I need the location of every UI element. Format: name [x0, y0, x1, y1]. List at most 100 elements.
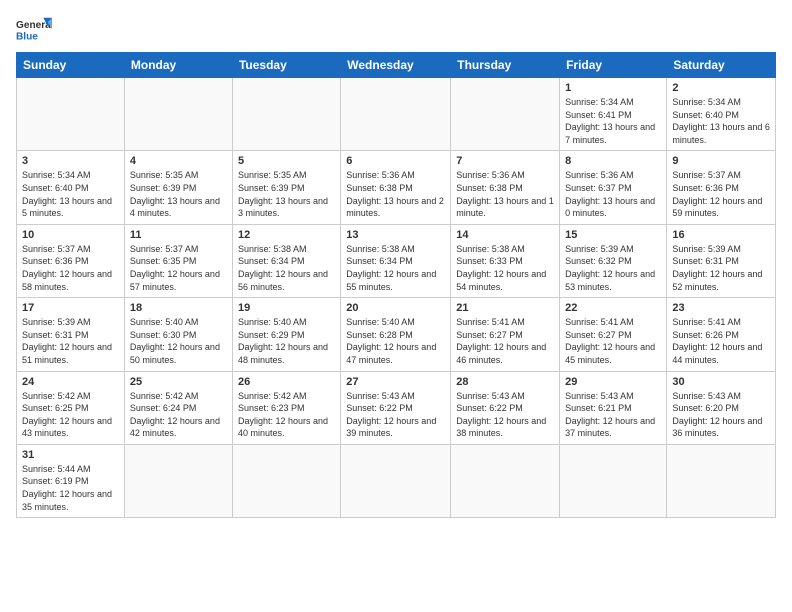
calendar-cell: [232, 78, 340, 151]
day-number: 28: [456, 376, 554, 388]
day-info: Sunrise: 5:36 AM Sunset: 6:38 PM Dayligh…: [346, 169, 445, 219]
day-number: 12: [238, 229, 335, 241]
calendar-cell: 8 Sunrise: 5:36 AM Sunset: 6:37 PM Daylig…: [560, 151, 667, 224]
calendar-header-row: SundayMondayTuesdayWednesdayThursdayFrid…: [17, 53, 776, 78]
column-header-tuesday: Tuesday: [232, 53, 340, 78]
day-number: 1: [565, 82, 661, 94]
day-number: 11: [130, 229, 227, 241]
day-info: Sunrise: 5:39 AM Sunset: 6:31 PM Dayligh…: [22, 316, 119, 366]
calendar-cell: 12 Sunrise: 5:38 AM Sunset: 6:34 PM Dayli…: [232, 224, 340, 297]
day-number: 15: [565, 229, 661, 241]
column-header-sunday: Sunday: [17, 53, 125, 78]
day-info: Sunrise: 5:34 AM Sunset: 6:40 PM Dayligh…: [672, 96, 770, 146]
calendar-cell: [341, 78, 451, 151]
day-info: Sunrise: 5:41 AM Sunset: 6:26 PM Dayligh…: [672, 316, 770, 366]
calendar-week-row: 1 Sunrise: 5:34 AM Sunset: 6:41 PM Daylig…: [17, 78, 776, 151]
day-info: Sunrise: 5:34 AM Sunset: 6:40 PM Dayligh…: [22, 169, 119, 219]
calendar-cell: 4 Sunrise: 5:35 AM Sunset: 6:39 PM Daylig…: [124, 151, 232, 224]
day-number: 27: [346, 376, 445, 388]
day-number: 2: [672, 82, 770, 94]
day-number: 31: [22, 449, 119, 461]
day-info: Sunrise: 5:41 AM Sunset: 6:27 PM Dayligh…: [565, 316, 661, 366]
calendar-cell: [124, 78, 232, 151]
calendar-cell: [341, 444, 451, 517]
calendar-cell: [124, 444, 232, 517]
page: General Blue SundayMondayTuesdayWednesda…: [0, 0, 792, 612]
day-info: Sunrise: 5:40 AM Sunset: 6:28 PM Dayligh…: [346, 316, 445, 366]
day-info: Sunrise: 5:39 AM Sunset: 6:32 PM Dayligh…: [565, 243, 661, 293]
day-info: Sunrise: 5:40 AM Sunset: 6:29 PM Dayligh…: [238, 316, 335, 366]
day-info: Sunrise: 5:39 AM Sunset: 6:31 PM Dayligh…: [672, 243, 770, 293]
day-number: 23: [672, 302, 770, 314]
calendar-cell: 18Sunrise: 5:40 AM Sunset: 6:30 PM Dayli…: [124, 298, 232, 371]
calendar-week-row: 10 Sunrise: 5:37 AM Sunset: 6:36 PM Dayli…: [17, 224, 776, 297]
calendar-week-row: 17 Sunrise: 5:39 AM Sunset: 6:31 PM Dayli…: [17, 298, 776, 371]
day-info: Sunrise: 5:42 AM Sunset: 6:24 PM Dayligh…: [130, 390, 227, 440]
calendar-cell: 17 Sunrise: 5:39 AM Sunset: 6:31 PM Dayli…: [17, 298, 125, 371]
day-number: 26: [238, 376, 335, 388]
calendar-cell: 28 Sunrise: 5:43 AM Sunset: 6:22 PM Dayli…: [451, 371, 560, 444]
day-info: Sunrise: 5:38 AM Sunset: 6:34 PM Dayligh…: [346, 243, 445, 293]
day-info: Sunrise: 5:37 AM Sunset: 6:36 PM Dayligh…: [22, 243, 119, 293]
day-number: 30: [672, 376, 770, 388]
calendar-cell: 22 Sunrise: 5:41 AM Sunset: 6:27 PM Dayli…: [560, 298, 667, 371]
calendar-cell: 27 Sunrise: 5:43 AM Sunset: 6:22 PM Dayli…: [341, 371, 451, 444]
calendar-cell: 7Sunrise: 5:36 AM Sunset: 6:38 PM Daylig…: [451, 151, 560, 224]
calendar-week-row: 31Sunrise: 5:44 AM Sunset: 6:19 PM Dayli…: [17, 444, 776, 517]
day-number: 19: [238, 302, 335, 314]
calendar-cell: 31Sunrise: 5:44 AM Sunset: 6:19 PM Dayli…: [17, 444, 125, 517]
calendar-cell: 15 Sunrise: 5:39 AM Sunset: 6:32 PM Dayli…: [560, 224, 667, 297]
day-info: Sunrise: 5:34 AM Sunset: 6:41 PM Dayligh…: [565, 96, 661, 146]
day-number: 25: [130, 376, 227, 388]
day-number: 17: [22, 302, 119, 314]
day-info: Sunrise: 5:43 AM Sunset: 6:22 PM Dayligh…: [346, 390, 445, 440]
day-number: 24: [22, 376, 119, 388]
day-info: Sunrise: 5:43 AM Sunset: 6:21 PM Dayligh…: [565, 390, 661, 440]
calendar-cell: 30 Sunrise: 5:43 AM Sunset: 6:20 PM Dayli…: [667, 371, 776, 444]
day-number: 5: [238, 155, 335, 167]
day-number: 7: [456, 155, 554, 167]
calendar-cell: 26Sunrise: 5:42 AM Sunset: 6:23 PM Dayli…: [232, 371, 340, 444]
day-info: Sunrise: 5:37 AM Sunset: 6:35 PM Dayligh…: [130, 243, 227, 293]
day-number: 13: [346, 229, 445, 241]
day-info: Sunrise: 5:35 AM Sunset: 6:39 PM Dayligh…: [130, 169, 227, 219]
calendar-cell: [232, 444, 340, 517]
day-number: 22: [565, 302, 661, 314]
calendar-cell: 6 Sunrise: 5:36 AM Sunset: 6:38 PM Daylig…: [341, 151, 451, 224]
day-info: Sunrise: 5:37 AM Sunset: 6:36 PM Dayligh…: [672, 169, 770, 219]
logo: General Blue: [16, 16, 52, 44]
calendar-cell: 10 Sunrise: 5:37 AM Sunset: 6:36 PM Dayli…: [17, 224, 125, 297]
day-number: 6: [346, 155, 445, 167]
day-number: 10: [22, 229, 119, 241]
day-info: Sunrise: 5:35 AM Sunset: 6:39 PM Dayligh…: [238, 169, 335, 219]
calendar-cell: 21Sunrise: 5:41 AM Sunset: 6:27 PM Dayli…: [451, 298, 560, 371]
generalblue-logo-icon: General Blue: [16, 16, 52, 44]
day-number: 16: [672, 229, 770, 241]
calendar-cell: 25 Sunrise: 5:42 AM Sunset: 6:24 PM Dayli…: [124, 371, 232, 444]
column-header-monday: Monday: [124, 53, 232, 78]
day-number: 3: [22, 155, 119, 167]
column-header-thursday: Thursday: [451, 53, 560, 78]
calendar-cell: 9Sunrise: 5:37 AM Sunset: 6:36 PM Daylig…: [667, 151, 776, 224]
header: General Blue: [16, 16, 776, 44]
calendar-cell: 20 Sunrise: 5:40 AM Sunset: 6:28 PM Dayli…: [341, 298, 451, 371]
day-info: Sunrise: 5:43 AM Sunset: 6:22 PM Dayligh…: [456, 390, 554, 440]
day-number: 14: [456, 229, 554, 241]
calendar-cell: 19 Sunrise: 5:40 AM Sunset: 6:29 PM Dayli…: [232, 298, 340, 371]
calendar-cell: 13 Sunrise: 5:38 AM Sunset: 6:34 PM Dayli…: [341, 224, 451, 297]
day-number: 20: [346, 302, 445, 314]
column-header-friday: Friday: [560, 53, 667, 78]
calendar-week-row: 24 Sunrise: 5:42 AM Sunset: 6:25 PM Dayli…: [17, 371, 776, 444]
day-info: Sunrise: 5:43 AM Sunset: 6:20 PM Dayligh…: [672, 390, 770, 440]
day-info: Sunrise: 5:42 AM Sunset: 6:25 PM Dayligh…: [22, 390, 119, 440]
day-number: 21: [456, 302, 554, 314]
day-number: 8: [565, 155, 661, 167]
day-info: Sunrise: 5:38 AM Sunset: 6:34 PM Dayligh…: [238, 243, 335, 293]
calendar-week-row: 3 Sunrise: 5:34 AM Sunset: 6:40 PM Daylig…: [17, 151, 776, 224]
calendar-cell: 5 Sunrise: 5:35 AM Sunset: 6:39 PM Daylig…: [232, 151, 340, 224]
calendar-cell: 3 Sunrise: 5:34 AM Sunset: 6:40 PM Daylig…: [17, 151, 125, 224]
day-info: Sunrise: 5:38 AM Sunset: 6:33 PM Dayligh…: [456, 243, 554, 293]
calendar-cell: 24 Sunrise: 5:42 AM Sunset: 6:25 PM Dayli…: [17, 371, 125, 444]
day-number: 4: [130, 155, 227, 167]
day-info: Sunrise: 5:36 AM Sunset: 6:37 PM Dayligh…: [565, 169, 661, 219]
